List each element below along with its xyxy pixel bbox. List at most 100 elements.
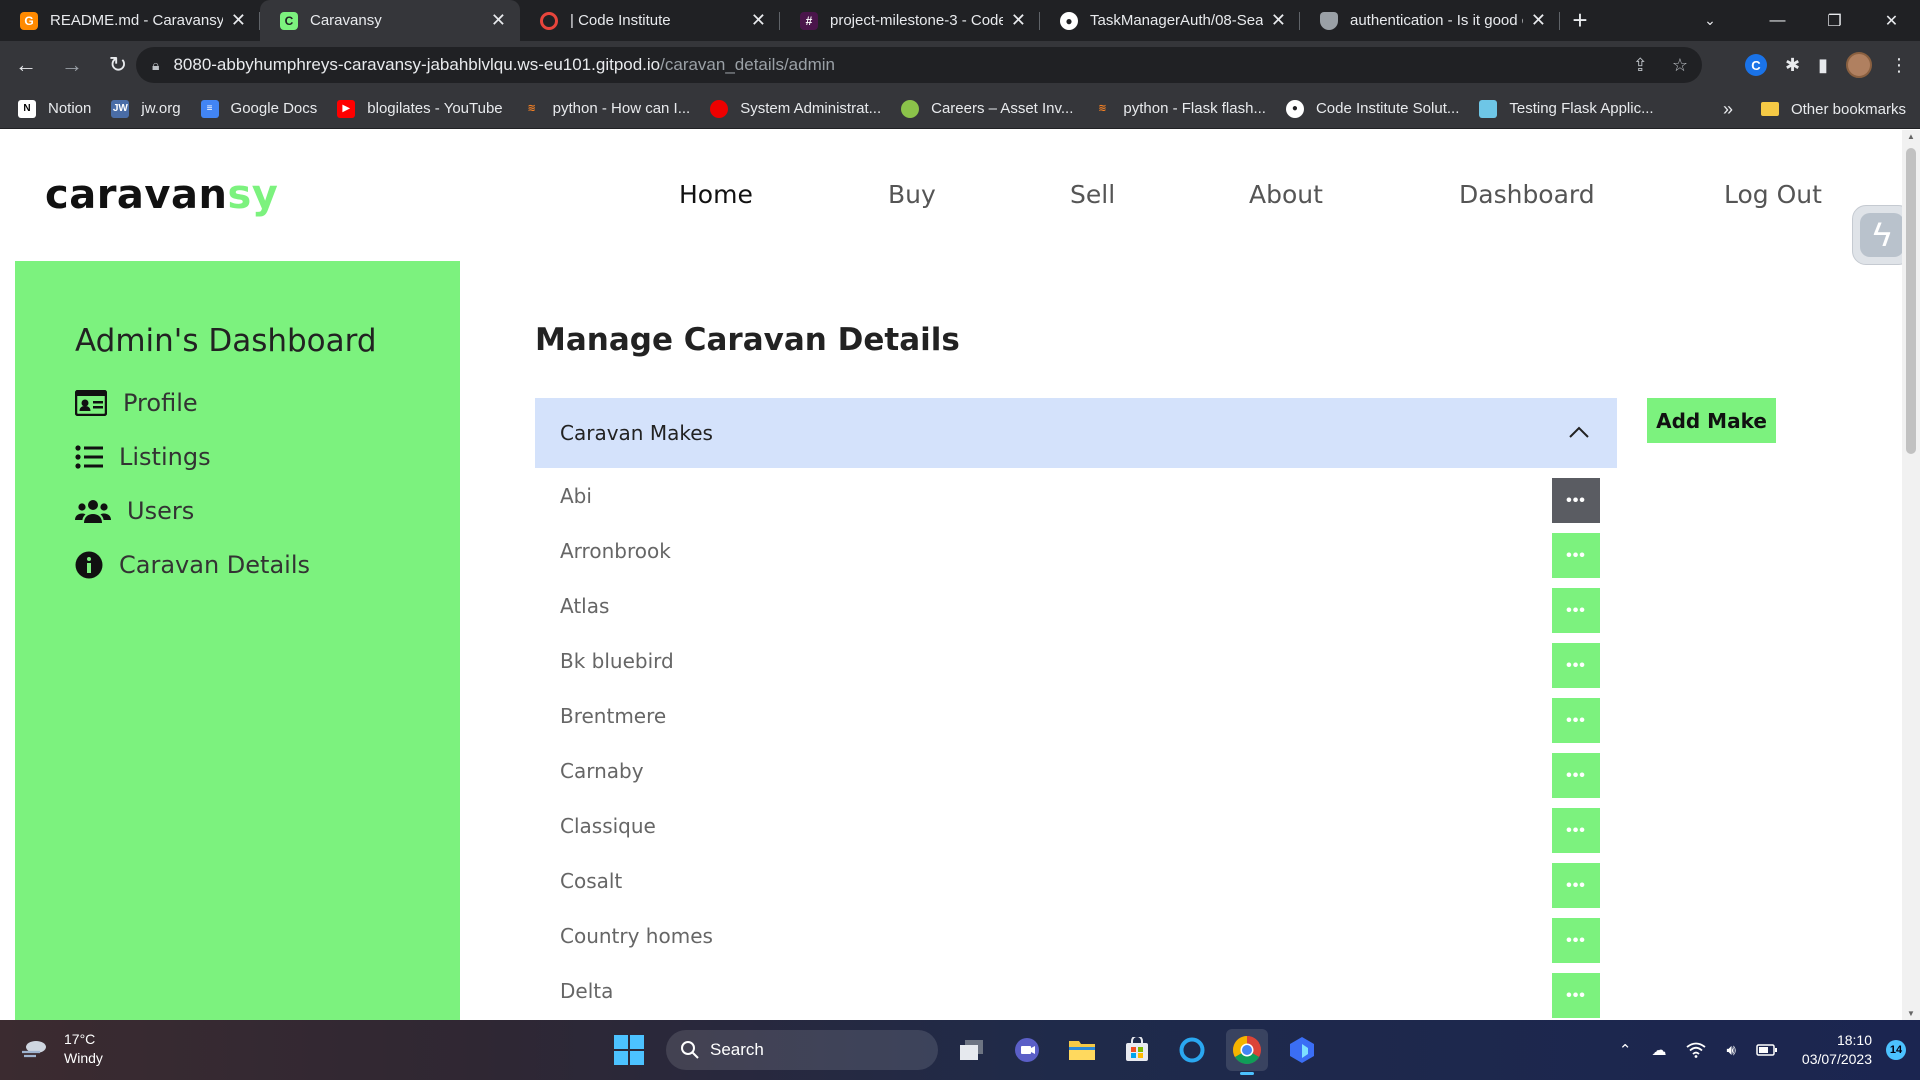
new-tab-button[interactable]: + [1560,0,1600,41]
clock[interactable]: 18:10 03/07/2023 [1802,1031,1872,1069]
lock-icon[interactable]: 🔒︎ [152,57,159,74]
sidebar-item-profile[interactable]: Profile [75,385,198,421]
notification-badge[interactable]: 14 [1886,1040,1906,1060]
nav-dashboard[interactable]: Dashboard [1459,180,1595,209]
more-options-button[interactable]: ••• [1552,753,1600,798]
browser-tab[interactable]: # project-milestone-3 - Code ✕ [780,0,1040,41]
forward-icon[interactable]: → [52,45,92,85]
more-options-button[interactable]: ••• [1552,588,1600,633]
browser-tab[interactable]: G README.md - Caravansy - C ✕ [0,0,260,41]
list-item: Cosalt ••• [535,863,1617,918]
jw-icon: JW [111,99,130,118]
profile-avatar[interactable] [1846,52,1872,78]
chrome-icon[interactable] [1226,1029,1268,1075]
bookmark-item[interactable]: JW jw.org [111,99,181,118]
wind-icon [22,1041,46,1058]
more-bookmarks-icon[interactable]: » [1723,99,1733,120]
show-hidden-icons-chevron[interactable]: ⌃ [1619,1041,1632,1059]
close-tab-icon[interactable]: ✕ [1531,10,1546,31]
list-item: Delta ••• [535,973,1617,1020]
address-bar[interactable]: 🔒︎ 8080-abbyhumphreys-caravansy-jabahblv… [136,47,1702,83]
windows-taskbar: 17°C Windy Search ⌃ ☁ 🔊︎ 18:10 03/07/202… [0,1020,1920,1080]
close-tab-icon[interactable]: ✕ [1271,10,1286,31]
page-scrollbar[interactable]: ▲ ▼ [1902,130,1920,1020]
wifi-icon[interactable] [1686,1042,1707,1058]
close-window-button[interactable]: ✕ [1863,0,1920,41]
cortana-icon[interactable] [1171,1029,1213,1071]
nav-sell[interactable]: Sell [1070,180,1115,209]
list-item: Country homes ••• [535,918,1617,973]
list-icon [75,445,103,469]
copilot-icon[interactable] [1281,1029,1323,1071]
task-view-icon[interactable] [951,1029,993,1071]
close-tab-icon[interactable]: ✕ [231,10,246,31]
volume-icon[interactable]: 🔊︎ [1726,1042,1735,1059]
browser-tab[interactable]: | Code Institute ✕ [520,0,780,41]
close-tab-icon[interactable]: ✕ [751,10,766,31]
bookmark-item[interactable]: Careers – Asset Inv... [901,99,1073,118]
more-options-button[interactable]: ••• [1552,533,1600,578]
close-tab-icon[interactable]: ✕ [491,10,506,31]
make-name: Cosalt [560,869,623,893]
sidebar-item-users[interactable]: Users [75,493,194,529]
browser-tab-active[interactable]: C Caravansy ✕ [260,0,520,41]
bookmark-item[interactable]: N Notion [18,99,91,118]
onedrive-cloud-icon[interactable]: ☁ [1651,1041,1666,1059]
redhat-icon [710,99,729,118]
make-name: Carnaby [560,759,644,783]
scroll-down-icon[interactable]: ▼ [1907,1009,1915,1018]
bookmark-item[interactable]: ≋ python - How can I... [523,100,690,118]
caravan-makes-accordion-header[interactable]: Caravan Makes [535,398,1617,468]
temperature: 17°C [64,1031,96,1047]
restore-button[interactable]: ❐ [1806,0,1863,41]
side-panel-icon[interactable]: ▮ [1818,55,1828,76]
youtube-icon: ▶ [337,99,356,118]
share-icon[interactable]: ⇪ [1633,55,1648,76]
scrollbar-thumb[interactable] [1906,148,1916,454]
bookmark-star-icon[interactable]: ☆ [1672,55,1688,76]
more-options-button[interactable]: ••• [1552,918,1600,963]
add-make-button[interactable]: Add Make [1647,398,1776,443]
nav-logout[interactable]: Log Out [1724,180,1822,209]
url-text[interactable]: 8080-abbyhumphreys-caravansy-jabahblvlqu… [173,55,835,75]
weather-widget[interactable]: 17°C Windy [20,1030,103,1068]
more-options-button[interactable]: ••• [1552,478,1600,523]
battery-icon[interactable] [1756,1043,1778,1057]
puzzle-extensions-icon[interactable]: ✱ [1785,55,1800,76]
more-options-button[interactable]: ••• [1552,973,1600,1018]
code-institute-icon [540,11,558,30]
sidebar-item-caravan-details[interactable]: Caravan Details [75,547,310,583]
sidebar-item-listings[interactable]: Listings [75,439,211,475]
back-icon[interactable]: ← [6,45,46,85]
nav-about[interactable]: About [1249,180,1323,209]
bookmark-item[interactable]: System Administrat... [710,99,881,118]
bookmark-item[interactable]: ≋ python - Flask flash... [1093,100,1266,118]
windows-start-icon[interactable] [608,1029,650,1071]
menu-kebab-icon[interactable]: ⋮ [1890,55,1908,76]
minimize-button[interactable]: — [1749,0,1806,41]
more-options-button[interactable]: ••• [1552,863,1600,908]
scroll-up-icon[interactable]: ▲ [1907,132,1915,141]
bookmark-item[interactable]: ▶ blogilates - YouTube [337,99,503,118]
more-options-button[interactable]: ••• [1552,698,1600,743]
taskbar-search[interactable]: Search [666,1030,938,1070]
tab-search-chevron-icon[interactable]: ⌄ [1690,0,1730,41]
more-options-button[interactable]: ••• [1552,643,1600,688]
close-tab-icon[interactable]: ✕ [1011,10,1026,31]
browser-tab[interactable]: authentication - Is it good c ✕ [1300,0,1560,41]
bookmark-item[interactable]: ≡ Google Docs [200,99,317,118]
floating-extension-button[interactable]: ϟ [1852,205,1902,265]
microsoft-store-icon[interactable] [1116,1029,1158,1071]
teams-chat-icon[interactable] [1006,1029,1048,1071]
bookmark-item[interactable]: Testing Flask Applic... [1479,99,1654,118]
file-explorer-icon[interactable] [1061,1029,1103,1071]
other-bookmarks[interactable]: Other bookmarks [1791,101,1906,118]
more-options-button[interactable]: ••• [1552,808,1600,853]
reload-icon[interactable]: ↻ [98,45,138,85]
nav-buy[interactable]: Buy [888,180,936,209]
grammar-extension-icon[interactable]: C [1745,54,1767,76]
slack-icon: # [800,11,818,30]
browser-tab[interactable]: ● TaskManagerAuth/08-Searc ✕ [1040,0,1300,41]
nav-home[interactable]: Home [679,180,753,209]
bookmark-item[interactable]: ● Code Institute Solut... [1285,99,1459,118]
